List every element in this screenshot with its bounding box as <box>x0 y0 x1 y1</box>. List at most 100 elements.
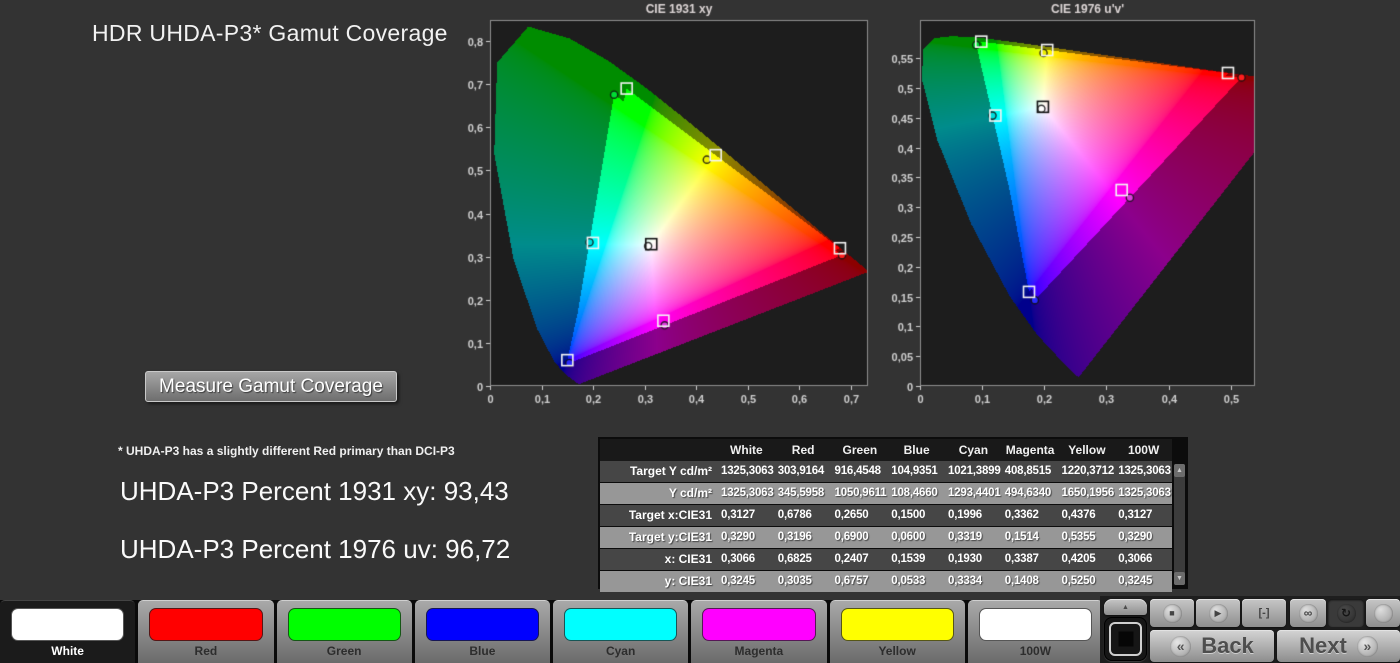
table-cell-value: 0,3245 <box>1115 571 1172 592</box>
collapse-panel-button[interactable]: ▲ <box>1104 599 1147 615</box>
cie-1931-chart-canvas <box>450 0 880 412</box>
pattern-swatch-label: Magenta <box>691 644 826 658</box>
pattern-window-button[interactable] <box>1104 617 1147 661</box>
table-cell-value: 1293,4401 <box>945 483 1002 504</box>
continuous-measure-button[interactable]: ∞ <box>1290 599 1326 627</box>
table-cell-value: 0,1500 <box>888 505 945 526</box>
pattern-tab-white[interactable]: White <box>0 600 135 663</box>
table-cell-value: 0,5250 <box>1059 571 1116 592</box>
table-column-header: 100W <box>1115 439 1172 461</box>
table-cell-value: 0,3066 <box>718 549 775 570</box>
chevron-double-left-icon: « <box>1170 636 1191 657</box>
table-cell-value: 0,3290 <box>1115 527 1172 548</box>
table-cell-value: 1021,3899 <box>945 461 1002 482</box>
table-cell-value: 408,8515 <box>1002 461 1059 482</box>
cie-1976-chart-canvas <box>880 0 1280 412</box>
table-column-header: Blue <box>888 439 945 461</box>
table-corner-cell <box>600 439 718 461</box>
table-column-header: Magenta <box>1002 439 1059 461</box>
pattern-tab-blue[interactable]: Blue <box>415 600 550 663</box>
table-cell-value: 345,5958 <box>775 483 832 504</box>
table-cell-value: 916,4548 <box>832 461 889 482</box>
pattern-swatch-label: White <box>0 644 135 658</box>
table-cell-value: 0,3319 <box>945 527 1002 548</box>
table-cell-value: 0,6900 <box>832 527 889 548</box>
pattern-tab-red[interactable]: Red <box>138 600 273 663</box>
stop-measure-button[interactable]: ■ <box>1150 599 1194 627</box>
table-scrollbar[interactable]: ▲ ▼ <box>1174 464 1185 585</box>
table-cell-value: 0,1930 <box>945 549 1002 570</box>
table-cell-value: 0,0533 <box>888 571 945 592</box>
loop-measure-button[interactable]: ↻ <box>1328 599 1364 627</box>
table-cell-value: 1325,3063 <box>1115 483 1172 504</box>
table-cell-value: 0,3362 <box>1002 505 1059 526</box>
table-cell-value: 0,3066 <box>1115 549 1172 570</box>
table-cell-value: 0,3196 <box>775 527 832 548</box>
pattern-tab-cyan[interactable]: Cyan <box>553 600 688 663</box>
next-button[interactable]: Next » <box>1277 630 1400 662</box>
pattern-tab-yellow[interactable]: Yellow <box>830 600 965 663</box>
table-cell-value: 0,3290 <box>718 527 775 548</box>
play-icon: ▶ <box>1209 604 1228 623</box>
blank-disc-button[interactable] <box>1366 599 1400 627</box>
pattern-tab-100w[interactable]: 100W <box>968 600 1103 663</box>
infinity-icon: ∞ <box>1299 604 1318 623</box>
table-cell-value: 108,4660 <box>888 483 945 504</box>
table-cell-value: 0,6757 <box>832 571 889 592</box>
next-button-label: Next <box>1299 633 1347 659</box>
back-button-label: Back <box>1201 633 1254 659</box>
pattern-swatch-green <box>288 608 401 641</box>
page-title: HDR UHDA-P3* Gamut Coverage <box>92 20 448 47</box>
table-cell-value: 1220,3712 <box>1059 461 1116 482</box>
pattern-tab-magenta[interactable]: Magenta <box>691 600 826 663</box>
table-scroll-up-button[interactable]: ▲ <box>1174 464 1185 477</box>
pattern-tab-green[interactable]: Green <box>277 600 412 663</box>
table-cell-value: 0,2650 <box>832 505 889 526</box>
table-row-label: Y cd/m² <box>600 483 718 504</box>
table-column-header: Yellow <box>1059 439 1116 461</box>
pattern-swatch-blue <box>426 608 539 641</box>
chevron-up-icon: ▲ <box>1122 604 1129 611</box>
percent-1931-xy-result: UHDA-P3 Percent 1931 xy: 93,43 <box>120 476 509 507</box>
table-cell-value: 104,9351 <box>888 461 945 482</box>
measurement-table: WhiteRedGreenBlueCyanMagentaYellow100W Ta… <box>598 437 1188 589</box>
table-cell-value: 0,3127 <box>718 505 775 526</box>
table-cell-value: 1650,1956 <box>1059 483 1116 504</box>
blank-disc-icon <box>1374 604 1393 623</box>
pattern-swatch-label: Green <box>277 644 412 658</box>
pattern-swatch-magenta <box>702 608 815 641</box>
table-cell-value: 1325,3063 <box>718 483 775 504</box>
table-column-header: Cyan <box>945 439 1002 461</box>
table-cell-value: 0,1996 <box>945 505 1002 526</box>
uhda-p3-footnote: * UHDA-P3 has a slightly different Red p… <box>118 444 455 458</box>
table-cell-value: 0,4376 <box>1059 505 1116 526</box>
table-column-header: White <box>718 439 775 461</box>
back-button[interactable]: « Back <box>1150 630 1274 662</box>
table-cell-value: 0,1514 <box>1002 527 1059 548</box>
calman-gamut-page: HDR UHDA-P3* Gamut Coverage Measure Gamu… <box>0 0 1400 663</box>
single-measure-button[interactable]: [-] <box>1242 599 1286 627</box>
percent-1976-uv-result: UHDA-P3 Percent 1976 uv: 96,72 <box>120 534 510 565</box>
table-cell-value: 0,3387 <box>1002 549 1059 570</box>
table-cell-value: 0,1408 <box>1002 571 1059 592</box>
table-scroll-down-button[interactable]: ▼ <box>1174 572 1185 585</box>
pattern-swatch-label: Yellow <box>830 644 965 658</box>
table-row-label: x: CIE31 <box>600 549 718 570</box>
table-cell-value: 1325,3063 <box>1115 461 1172 482</box>
table-column-header: Red <box>775 439 832 461</box>
pattern-swatch-red <box>149 608 262 641</box>
pattern-swatch-white <box>11 608 124 641</box>
table-cell-value: 0,3035 <box>775 571 832 592</box>
table-cell-value: 0,1539 <box>888 549 945 570</box>
table-column-header: Green <box>832 439 889 461</box>
table-cell-value: 0,3245 <box>718 571 775 592</box>
pattern-swatch-label: 100W <box>968 644 1103 658</box>
table-cell-value: 0,2407 <box>832 549 889 570</box>
table-cell-value: 303,9164 <box>775 461 832 482</box>
table-cell-value: 0,4205 <box>1059 549 1116 570</box>
measurement-table-grid: WhiteRedGreenBlueCyanMagentaYellow100W Ta… <box>600 439 1172 592</box>
play-measure-button[interactable]: ▶ <box>1196 599 1240 627</box>
table-cell-value: 0,6825 <box>775 549 832 570</box>
table-row-label: Target y:CIE31 <box>600 527 718 548</box>
measure-gamut-coverage-button[interactable]: Measure Gamut Coverage <box>145 371 397 402</box>
